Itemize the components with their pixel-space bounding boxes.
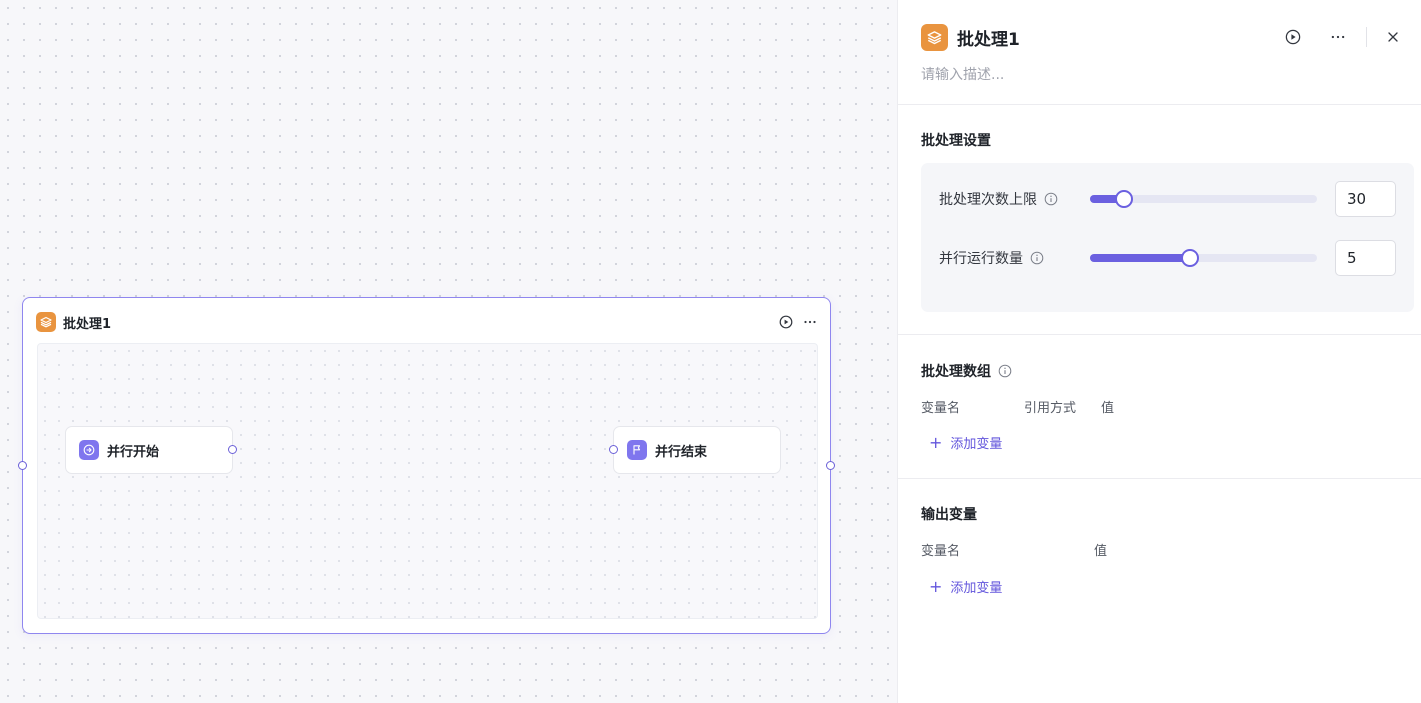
- info-icon[interactable]: [998, 364, 1012, 378]
- max-count-input[interactable]: 30: [1335, 181, 1396, 217]
- batch-settings-box: 批处理次数上限 30 并行运行数量 5: [921, 163, 1414, 312]
- header-divider: [1366, 27, 1367, 47]
- flag-icon: [627, 440, 647, 460]
- more-icon[interactable]: [802, 314, 818, 330]
- batch-node-header: 批处理1: [36, 311, 818, 333]
- batch-inner-canvas[interactable]: [37, 343, 818, 619]
- arrow-right-circle-icon: [79, 440, 99, 460]
- add-output-variable-label: 添加变量: [950, 581, 1003, 596]
- batch-array-title-text: 批处理数组: [921, 364, 991, 380]
- info-icon[interactable]: [1044, 192, 1058, 206]
- parallel-start-node[interactable]: 并行开始: [65, 426, 237, 474]
- batch-input-handle[interactable]: [18, 461, 27, 470]
- layers-icon: [921, 23, 948, 51]
- parallel-count-row: 并行运行数量 5: [939, 240, 1396, 276]
- batch-node[interactable]: 批处理1 并行开始 并行结束: [18, 297, 835, 634]
- divider: [898, 104, 1421, 105]
- output-col-name: 变量名: [921, 544, 961, 559]
- plus-icon: +: [929, 576, 943, 596]
- max-count-slider-handle[interactable]: [1115, 190, 1134, 208]
- batch-array-col-name: 变量名: [921, 401, 961, 416]
- max-count-label: 批处理次数上限: [939, 192, 1037, 208]
- divider: [898, 334, 1421, 335]
- add-batch-variable-button[interactable]: + 添加变量: [929, 433, 1002, 452]
- panel-title[interactable]: 批处理1: [957, 25, 1020, 50]
- batch-settings-title: 批处理设置: [921, 133, 991, 149]
- info-icon[interactable]: [1030, 251, 1044, 265]
- batch-node-title: 批处理1: [63, 316, 112, 332]
- add-batch-variable-label: 添加变量: [950, 437, 1003, 452]
- parallel-count-label: 并行运行数量: [939, 251, 1023, 267]
- run-icon[interactable]: [778, 314, 794, 330]
- panel-header: 批处理1: [921, 23, 1403, 51]
- layers-icon: [36, 312, 56, 332]
- batch-output-handle[interactable]: [826, 461, 835, 470]
- parallel-start-label: 并行开始: [107, 444, 160, 460]
- parallel-start-output-handle[interactable]: [228, 445, 237, 454]
- add-output-variable-button[interactable]: + 添加变量: [929, 577, 1002, 596]
- batch-array-col-ref: 引用方式: [1024, 401, 1077, 416]
- description-input[interactable]: 请输入描述...: [921, 64, 1004, 84]
- more-icon[interactable]: [1328, 27, 1348, 47]
- batch-array-col-value: 值: [1101, 401, 1115, 416]
- close-icon[interactable]: [1383, 27, 1403, 47]
- parallel-end-label: 并行结束: [655, 444, 708, 460]
- batch-array-title: 批处理数组: [921, 361, 1012, 381]
- max-count-row: 批处理次数上限 30: [939, 181, 1396, 217]
- plus-icon: +: [929, 432, 943, 452]
- run-icon[interactable]: [1283, 27, 1303, 47]
- node-config-panel: 批处理1 请输入描述... 批处理设置 批处理次数上限 30 并行运行数量 5 …: [897, 0, 1421, 703]
- output-col-value: 值: [1094, 544, 1108, 559]
- parallel-count-slider-handle[interactable]: [1180, 249, 1199, 267]
- parallel-end-input-handle[interactable]: [609, 445, 618, 454]
- parallel-end-node[interactable]: 并行结束: [609, 426, 781, 474]
- output-vars-title: 输出变量: [921, 507, 977, 523]
- divider: [898, 478, 1421, 479]
- max-count-slider[interactable]: [1090, 190, 1317, 208]
- parallel-count-input[interactable]: 5: [1335, 240, 1396, 276]
- parallel-count-slider[interactable]: [1090, 249, 1317, 267]
- parallel-count-slider-fill: [1090, 254, 1190, 262]
